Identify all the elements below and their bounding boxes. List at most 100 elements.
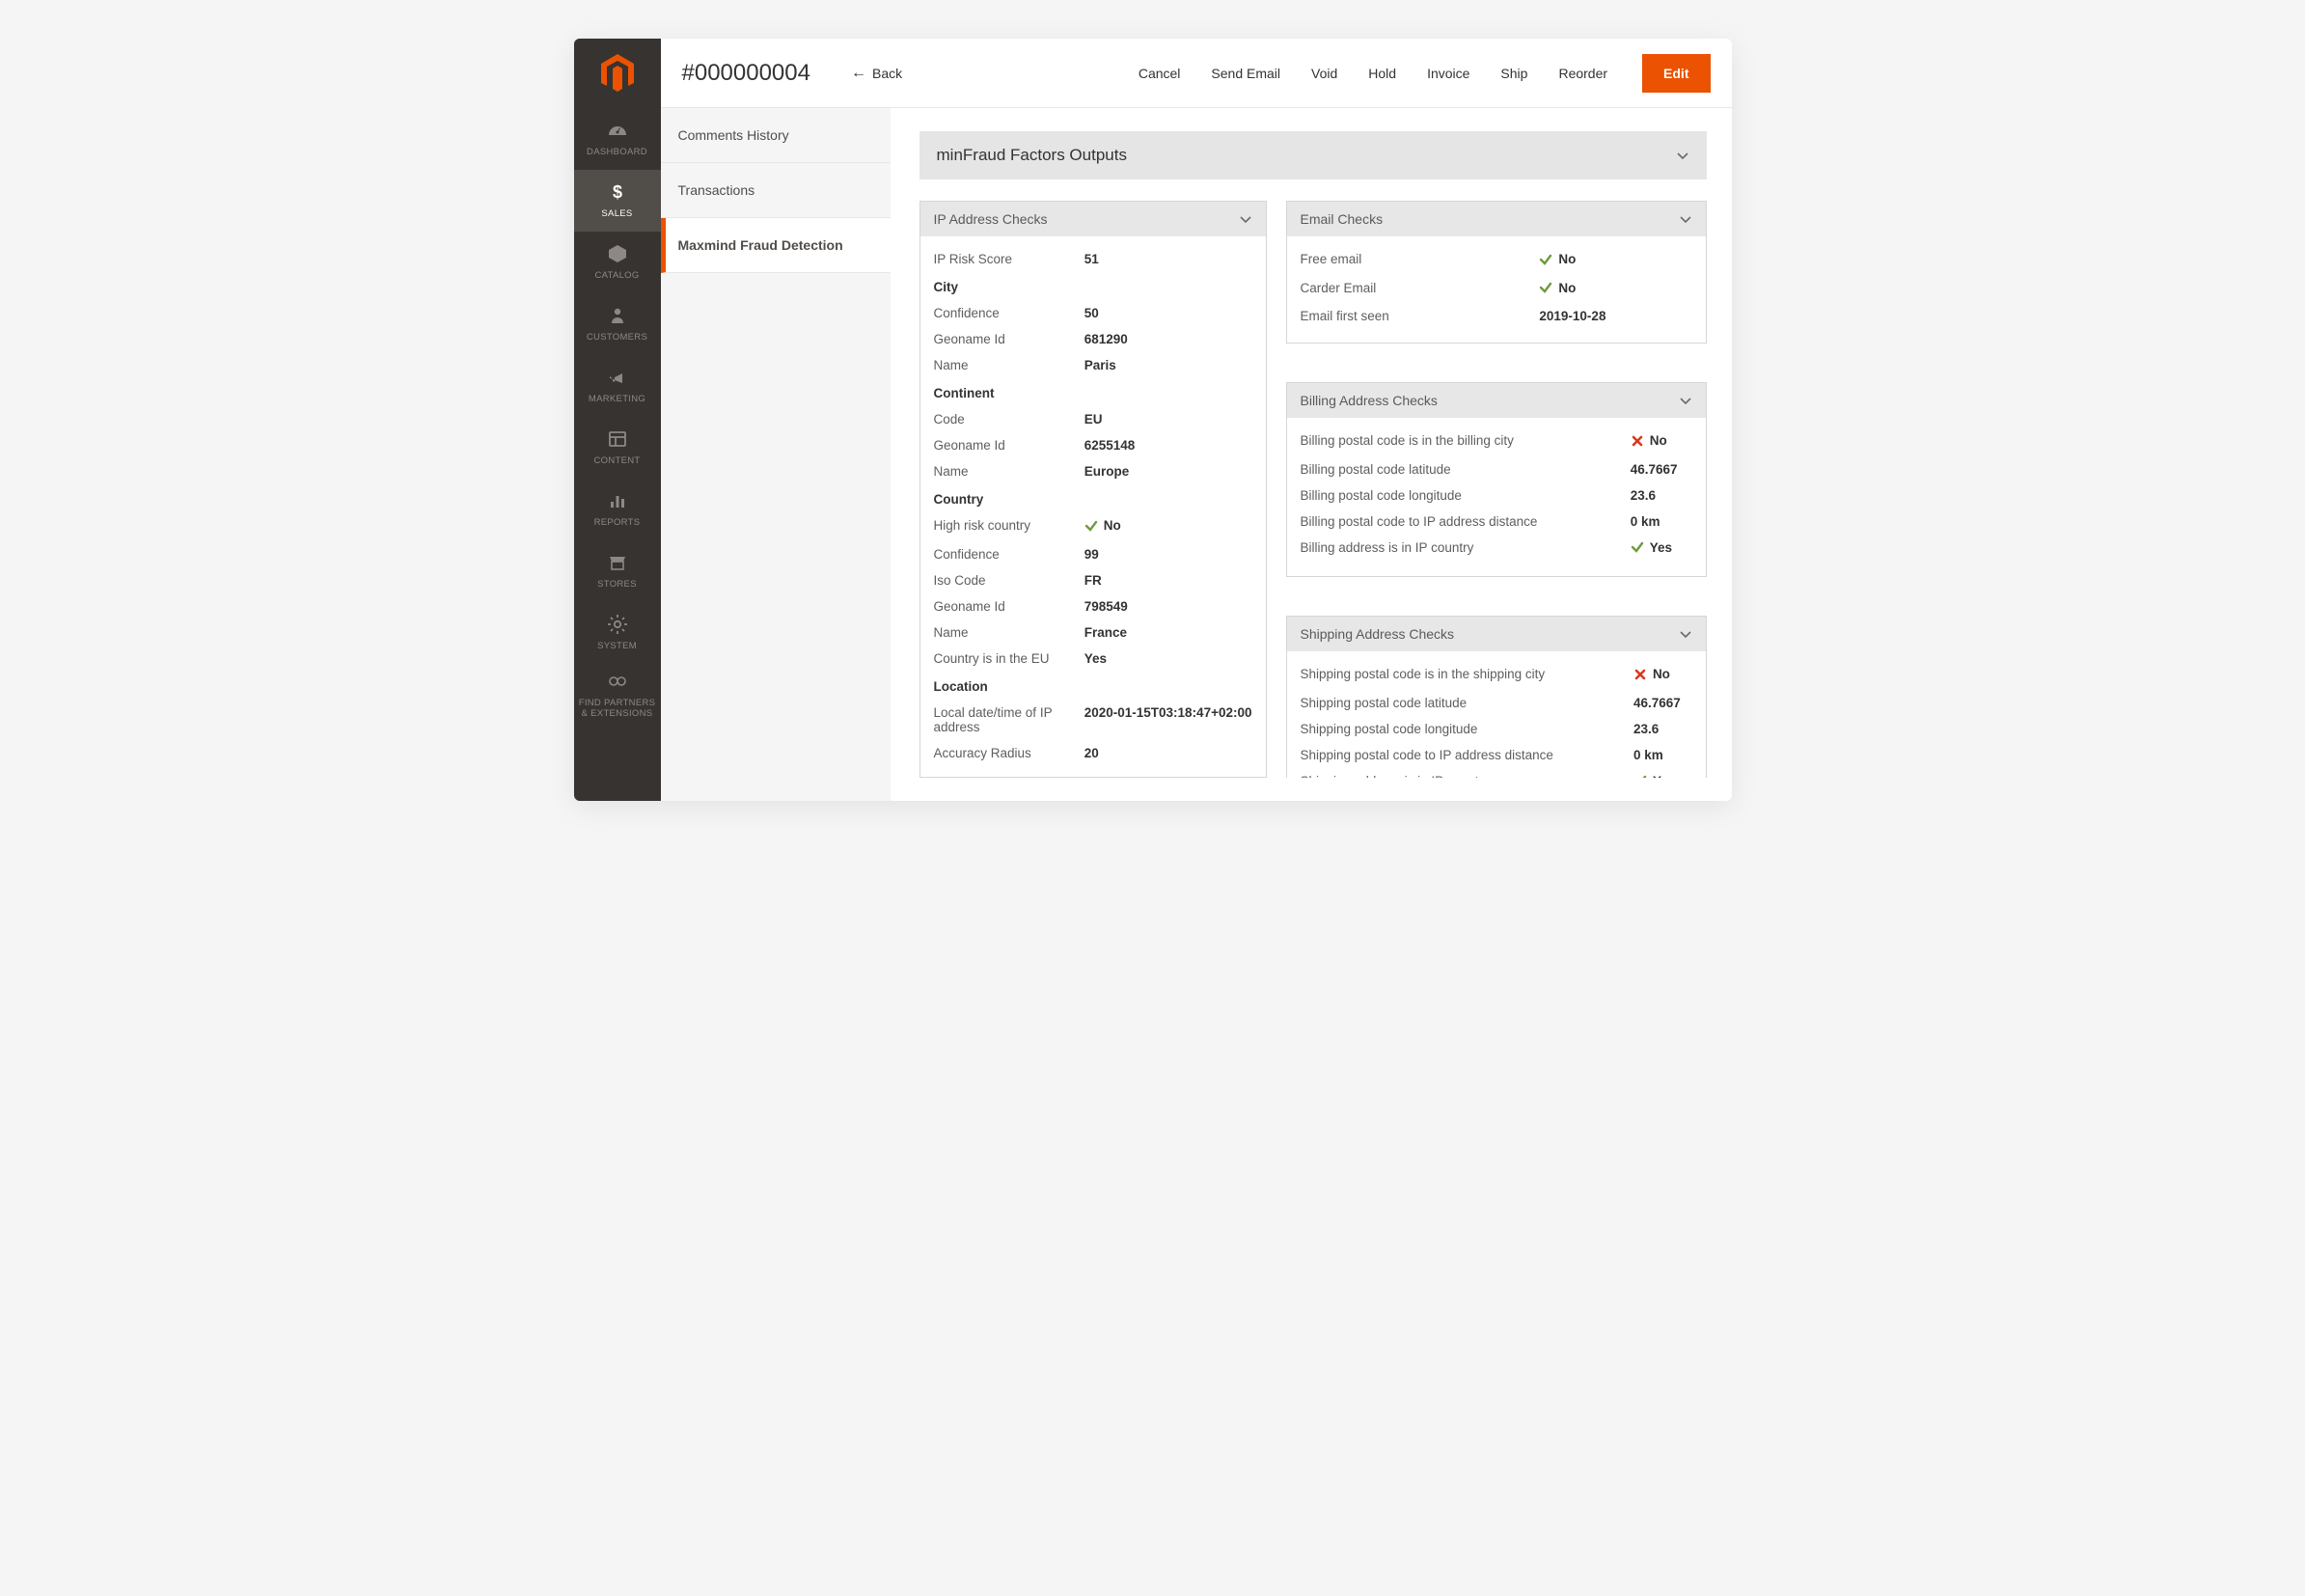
chevron-down-icon — [1239, 212, 1252, 226]
kv-value: FR — [1084, 567, 1252, 593]
panel-email-checks: Email Checks Free emailNoCarder EmailNoEm… — [1286, 201, 1707, 344]
nav-item-label: REPORTS — [590, 518, 645, 528]
kv-key: Local date/time of IP address — [934, 700, 1084, 740]
check-icon — [1084, 519, 1098, 533]
kv-row: Shipping postal code longitude23.6 — [1301, 716, 1692, 742]
nav-item-label: DASHBOARD — [583, 148, 651, 157]
panel-body: Billing postal code is in the billing ci… — [1287, 418, 1706, 576]
kv-key: Confidence — [934, 300, 1084, 326]
edit-button[interactable]: Edit — [1642, 54, 1710, 93]
kv-key: High risk country — [934, 512, 1084, 541]
kv-key: Billing address is in IP country — [1301, 535, 1631, 564]
kv-row: Geoname Id798549 — [934, 593, 1252, 619]
kv-row: Billing postal code is in the billing ci… — [1301, 427, 1692, 456]
kv-row: Geoname Id681290 — [934, 326, 1252, 352]
kv-value: Europe — [1084, 458, 1252, 484]
kv-value: 51 — [1084, 246, 1252, 272]
nav-item-find-partners-extensions[interactable]: FIND PARTNERS & EXTENSIONS — [574, 664, 661, 726]
panel-title: Email Checks — [1301, 211, 1384, 227]
section-minfraud-outputs[interactable]: minFraud Factors Outputs — [919, 131, 1707, 179]
kv-row: High risk countryNo — [934, 512, 1252, 541]
void-button[interactable]: Void — [1311, 66, 1337, 81]
group-label: City — [934, 272, 1252, 300]
panel-title: IP Address Checks — [934, 211, 1048, 227]
kv-value: 46.7667 — [1633, 690, 1692, 716]
group-label: Continent — [934, 378, 1252, 406]
panel-header[interactable]: Billing Address Checks — [1287, 383, 1706, 418]
gear-icon — [607, 614, 628, 638]
panel-header[interactable]: Email Checks — [1287, 202, 1706, 236]
check-icon — [1539, 281, 1552, 294]
bar-icon — [607, 490, 628, 514]
check-icon — [1539, 253, 1552, 266]
kv-key: IP Risk Score — [934, 246, 1084, 272]
kv-key: Billing postal code to IP address distan… — [1301, 509, 1631, 535]
send-email-button[interactable]: Send Email — [1211, 66, 1280, 81]
kv-row: Geoname Id6255148 — [934, 432, 1252, 458]
cancel-button[interactable]: Cancel — [1139, 66, 1181, 81]
kv-row: Billing postal code latitude46.7667 — [1301, 456, 1692, 482]
nav-item-dashboard[interactable]: DASHBOARD — [574, 108, 661, 170]
ship-button[interactable]: Ship — [1500, 66, 1527, 81]
tab-maxmind-fraud-detection[interactable]: Maxmind Fraud Detection — [661, 218, 891, 273]
invoice-button[interactable]: Invoice — [1427, 66, 1469, 81]
panel-header[interactable]: IP Address Checks — [920, 202, 1266, 236]
kv-key: Shipping address is in IP country — [1301, 768, 1633, 779]
nav-item-system[interactable]: SYSTEM — [574, 602, 661, 664]
kv-value: No — [1084, 512, 1252, 541]
package-icon — [607, 243, 628, 267]
body: Comments HistoryTransactionsMaxmind Frau… — [661, 108, 1732, 801]
kv-value: Paris — [1084, 352, 1252, 378]
reorder-button[interactable]: Reorder — [1558, 66, 1607, 81]
back-button[interactable]: Back — [851, 65, 902, 82]
kv-value: 23.6 — [1631, 482, 1692, 509]
nav-item-label: STORES — [593, 580, 641, 590]
panel-title: Shipping Address Checks — [1301, 626, 1455, 642]
nav-item-label: MARKETING — [585, 395, 649, 404]
kv-row: Iso CodeFR — [934, 567, 1252, 593]
kv-row: IP Risk Score51 — [934, 246, 1252, 272]
hold-button[interactable]: Hold — [1368, 66, 1396, 81]
cross-icon — [1633, 668, 1647, 681]
kv-row: Shipping address is in IP countryYes — [1301, 768, 1692, 779]
nav-item-reports[interactable]: REPORTS — [574, 479, 661, 540]
nav-item-content[interactable]: CONTENT — [574, 417, 661, 479]
kv-row: Local date/time of IP address2020-01-15T… — [934, 700, 1252, 740]
panel-body: Free emailNoCarder EmailNoEmail first se… — [1287, 236, 1706, 343]
kv-row: Country is in the EUYes — [934, 646, 1252, 672]
nav-item-label: CATALOG — [590, 271, 643, 281]
kv-value: 0 km — [1633, 742, 1692, 768]
tab-transactions[interactable]: Transactions — [661, 163, 891, 218]
nav-item-catalog[interactable]: CATALOG — [574, 232, 661, 293]
nav-item-stores[interactable]: STORES — [574, 540, 661, 602]
kv-row: Free emailNo — [1301, 246, 1692, 275]
kv-row: Carder EmailNo — [1301, 275, 1692, 304]
nav-item-sales[interactable]: $SALES — [574, 170, 661, 232]
panel-header[interactable]: Shipping Address Checks — [1287, 617, 1706, 651]
nav-item-customers[interactable]: CUSTOMERS — [574, 293, 661, 355]
kv-key: Confidence — [934, 541, 1084, 567]
nav-item-label: SALES — [597, 209, 636, 219]
kv-row: Shipping postal code to IP address dista… — [1301, 742, 1692, 768]
panels-grid: IP Address ChecksIP Risk Score51CityConf… — [919, 201, 1707, 778]
panel-ip-checks: IP Address ChecksIP Risk Score51CityConf… — [919, 201, 1267, 778]
kv-value: No — [1539, 275, 1691, 304]
layout-icon — [607, 428, 628, 453]
panel-body: IP Risk Score51CityConfidence50Geoname I… — [920, 236, 1266, 778]
panel-billing-checks: Billing Address Checks Billing postal cod… — [1286, 382, 1707, 577]
nav-item-marketing[interactable]: MARKETING — [574, 355, 661, 417]
check-icon — [1631, 540, 1644, 554]
gauge-icon — [607, 120, 628, 144]
tab-comments-history[interactable]: Comments History — [661, 108, 891, 163]
kv-value: 20 — [1084, 740, 1252, 766]
kv-value: 2020-01-15T03:18:47+02:00 — [1084, 700, 1252, 740]
panel-shipping-checks: Shipping Address Checks Shipping postal c… — [1286, 616, 1707, 778]
kv-value: 0 km — [1631, 509, 1692, 535]
kv-key: Iso Code — [934, 567, 1084, 593]
nav-item-label: CUSTOMERS — [583, 333, 651, 343]
kv-row: NameParis — [934, 352, 1252, 378]
kv-row: NameFrance — [934, 619, 1252, 646]
section-title: minFraud Factors Outputs — [937, 146, 1127, 165]
order-title: #000000004 — [682, 60, 810, 87]
kv-key: Free email — [1301, 246, 1540, 275]
